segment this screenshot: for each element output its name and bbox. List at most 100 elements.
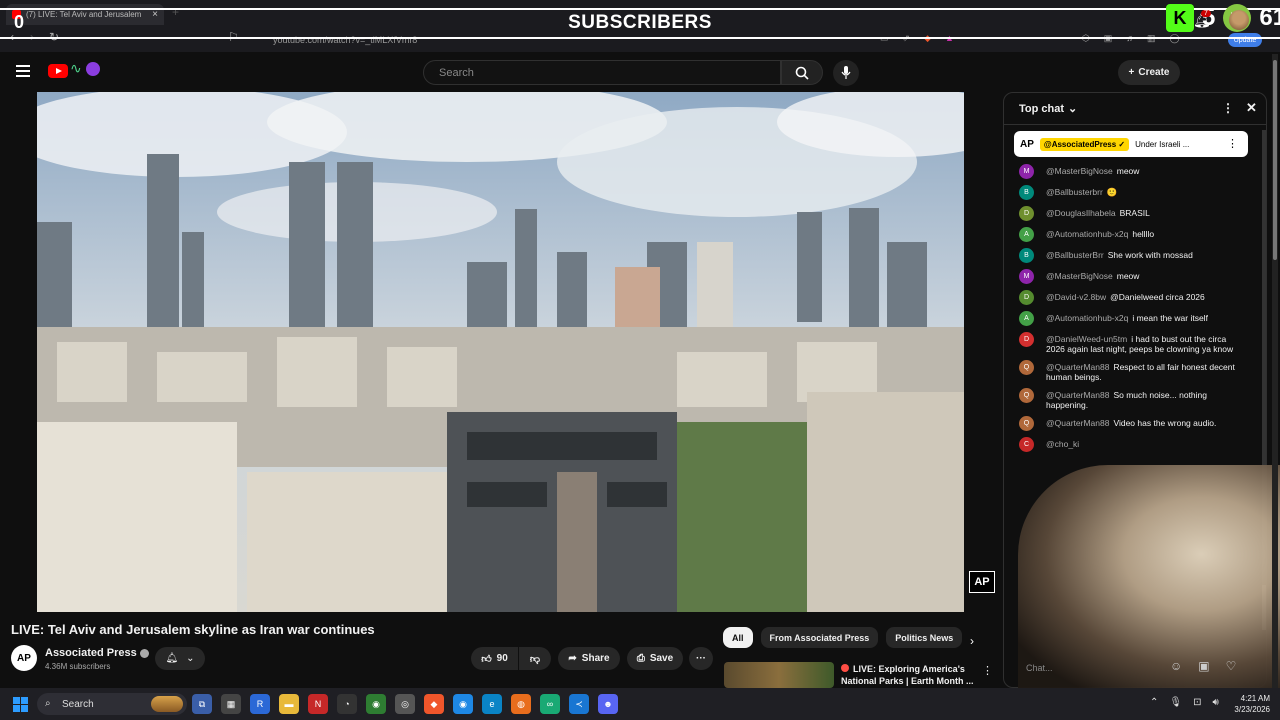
- channel-name[interactable]: Associated Press: [45, 647, 137, 659]
- chat-input[interactable]: Chat...: [1016, 657, 1156, 679]
- chips-next-icon[interactable]: ›: [970, 634, 974, 648]
- search-button[interactable]: [781, 60, 823, 85]
- chat-author-name[interactable]: @QuarterMan88: [1046, 362, 1109, 372]
- task-view-icon[interactable]: ⧉: [192, 694, 212, 714]
- recommended-video-title-row[interactable]: LIVE: Exploring America's National Parks…: [841, 663, 976, 687]
- chip-politics-news[interactable]: Politics News: [886, 627, 963, 648]
- chat-message[interactable]: D @DanielWeed-un5tm i had to bust out the …: [1004, 329, 1266, 357]
- chat-author-avatar[interactable]: D: [1019, 332, 1034, 347]
- subscribed-notifications-button[interactable]: 🔔︎ ⌄: [155, 647, 205, 670]
- game-app-icon[interactable]: ∞: [540, 694, 560, 714]
- netflix-icon[interactable]: N: [308, 694, 328, 714]
- chat-more-icon[interactable]: ⋮: [1222, 101, 1234, 115]
- tray-chevron-icon[interactable]: ⌃: [1150, 697, 1158, 708]
- chat-message[interactable]: D @DouglasIlhabela BRASIL: [1004, 203, 1266, 224]
- file-explorer-icon[interactable]: ▬: [279, 694, 299, 714]
- channel-name-row[interactable]: Associated Press: [45, 647, 149, 659]
- chat-message[interactable]: Q @QuarterMan88 So much noise... nothing h…: [1004, 385, 1266, 413]
- youtube-doodle-icon[interactable]: ∿: [70, 60, 100, 77]
- chat-message[interactable]: M @MasterBigNose meow: [1004, 266, 1266, 287]
- chat-message[interactable]: B @BallbusterBrr She work with mossad: [1004, 245, 1266, 266]
- more-actions-button[interactable]: ···: [689, 647, 713, 670]
- chat-author-avatar[interactable]: B: [1019, 248, 1034, 263]
- menu-icon[interactable]: [16, 65, 30, 80]
- chat-author-name[interactable]: @DouglasIlhabela: [1046, 208, 1116, 218]
- chat-message[interactable]: M @MasterBigNose meow: [1004, 161, 1266, 182]
- firefox-icon[interactable]: ◍: [511, 694, 531, 714]
- chat-author-name[interactable]: @David-v2.8bw: [1046, 292, 1106, 302]
- recommended-video-thumbnail[interactable]: [724, 662, 834, 688]
- pinned-more-icon[interactable]: ⋮: [1227, 137, 1238, 150]
- chat-author-avatar[interactable]: D: [1019, 206, 1034, 221]
- channel-avatar[interactable]: AP: [11, 645, 37, 671]
- chat-mode-label[interactable]: Top chat: [1019, 103, 1064, 115]
- chat-author-avatar[interactable]: Q: [1019, 360, 1034, 375]
- super-chat-icon[interactable]: ▣: [1198, 659, 1209, 673]
- create-button[interactable]: + Create: [1118, 60, 1180, 85]
- account-avatar[interactable]: [1229, 10, 1249, 30]
- recommended-video-title[interactable]: LIVE: Exploring America's National Parks…: [841, 664, 974, 686]
- chat-author-name[interactable]: @Automationhub-x2q: [1046, 313, 1128, 323]
- video-player[interactable]: [37, 92, 964, 612]
- chat-message[interactable]: C @cho_ki: [1004, 434, 1266, 455]
- widgets-icon[interactable]: ▦: [221, 694, 241, 714]
- like-button[interactable]: 👍︎ 90: [471, 647, 518, 670]
- chat-author-name[interactable]: @Automationhub-x2q: [1046, 229, 1128, 239]
- dislike-button[interactable]: 👎︎: [519, 647, 551, 670]
- share-button[interactable]: ➦ Share: [558, 647, 620, 670]
- chevron-down-icon[interactable]: ⌄: [1068, 102, 1077, 115]
- heart-icon[interactable]: ♡: [1226, 659, 1237, 673]
- chat-author-name[interactable]: @MasterBigNose: [1046, 271, 1113, 281]
- chat-author-avatar[interactable]: M: [1019, 269, 1034, 284]
- tray-volume-icon[interactable]: 🔊︎: [1212, 697, 1218, 708]
- windows-start-icon[interactable]: [13, 697, 28, 712]
- chat-message[interactable]: Q @QuarterMan88 Video has the wrong audio.: [1004, 413, 1266, 434]
- chrome-icon[interactable]: ◉: [453, 694, 473, 714]
- chat-message[interactable]: A @Automationhub-x2q hellllo: [1004, 224, 1266, 245]
- youtube-logo-icon[interactable]: [48, 64, 68, 78]
- chat-message[interactable]: B @Ballbusterbrr 🙂: [1004, 182, 1266, 203]
- chat-author-name[interactable]: @BallbusterBrr: [1046, 250, 1104, 260]
- voice-search-button[interactable]: [833, 60, 859, 86]
- chat-author-name[interactable]: @DanielWeed-un5tm: [1046, 334, 1127, 344]
- chat-author-avatar[interactable]: A: [1019, 227, 1034, 242]
- save-button[interactable]: ⎙ Save: [627, 647, 683, 670]
- chat-author-avatar[interactable]: C: [1019, 437, 1034, 452]
- clock-date: 3/23/2026: [1234, 705, 1270, 714]
- recommended-video-menu-icon[interactable]: ⋮: [982, 664, 993, 677]
- chip-from-associated-press[interactable]: From Associated Press: [760, 627, 879, 648]
- chat-author-name[interactable]: @MasterBigNose: [1046, 166, 1113, 176]
- edge-icon[interactable]: e: [482, 694, 502, 714]
- chat-author-avatar[interactable]: Q: [1019, 388, 1034, 403]
- github-icon[interactable]: ◎: [395, 694, 415, 714]
- chat-close-icon[interactable]: ✕: [1246, 100, 1257, 116]
- taskbar-search[interactable]: ⌕ Search: [37, 693, 187, 715]
- search-input[interactable]: Search: [423, 60, 781, 85]
- chat-message[interactable]: Q @QuarterMan88 Respect to all fair honest…: [1004, 357, 1266, 385]
- brave-browser-icon[interactable]: ◆: [424, 694, 444, 714]
- chat-author-name[interactable]: @cho_ki: [1046, 439, 1079, 449]
- emoji-icon[interactable]: ☺: [1170, 659, 1182, 673]
- chat-author-avatar[interactable]: A: [1019, 311, 1034, 326]
- page-scrollbar-thumb[interactable]: [1273, 60, 1277, 260]
- tray-network-icon[interactable]: ⊡: [1193, 697, 1201, 708]
- chat-author-avatar[interactable]: D: [1019, 290, 1034, 305]
- update-button[interactable]: Update: [1228, 33, 1262, 47]
- chat-author-avatar[interactable]: Q: [1019, 416, 1034, 431]
- clock-app-icon[interactable]: ◔: [337, 694, 357, 714]
- chat-author-name[interactable]: @QuarterMan88: [1046, 390, 1109, 400]
- app-icon[interactable]: R: [250, 694, 270, 714]
- chat-author-name[interactable]: @QuarterMan88: [1046, 418, 1109, 428]
- chat-message[interactable]: A @Automationhub-x2q i mean the war itself: [1004, 308, 1266, 329]
- discord-icon[interactable]: ☻: [598, 694, 618, 714]
- tray-mic-icon[interactable]: 🎙︎: [1169, 697, 1182, 708]
- chat-author-avatar[interactable]: M: [1019, 164, 1034, 179]
- vscode-icon[interactable]: ≺: [569, 694, 589, 714]
- chrome-canary-icon[interactable]: ◉: [366, 694, 386, 714]
- chip-all[interactable]: All: [723, 627, 753, 648]
- chat-message[interactable]: D @David-v2.8bw @Danielweed circa 2026: [1004, 287, 1266, 308]
- taskbar-clock[interactable]: 4:21 AM 3/23/2026: [1226, 693, 1270, 715]
- pinned-message[interactable]: AP @AssociatedPress ✓ Under Israeli ... …: [1014, 131, 1248, 157]
- chat-author-avatar[interactable]: B: [1019, 185, 1034, 200]
- chat-author-name[interactable]: @Ballbusterbrr: [1046, 187, 1103, 197]
